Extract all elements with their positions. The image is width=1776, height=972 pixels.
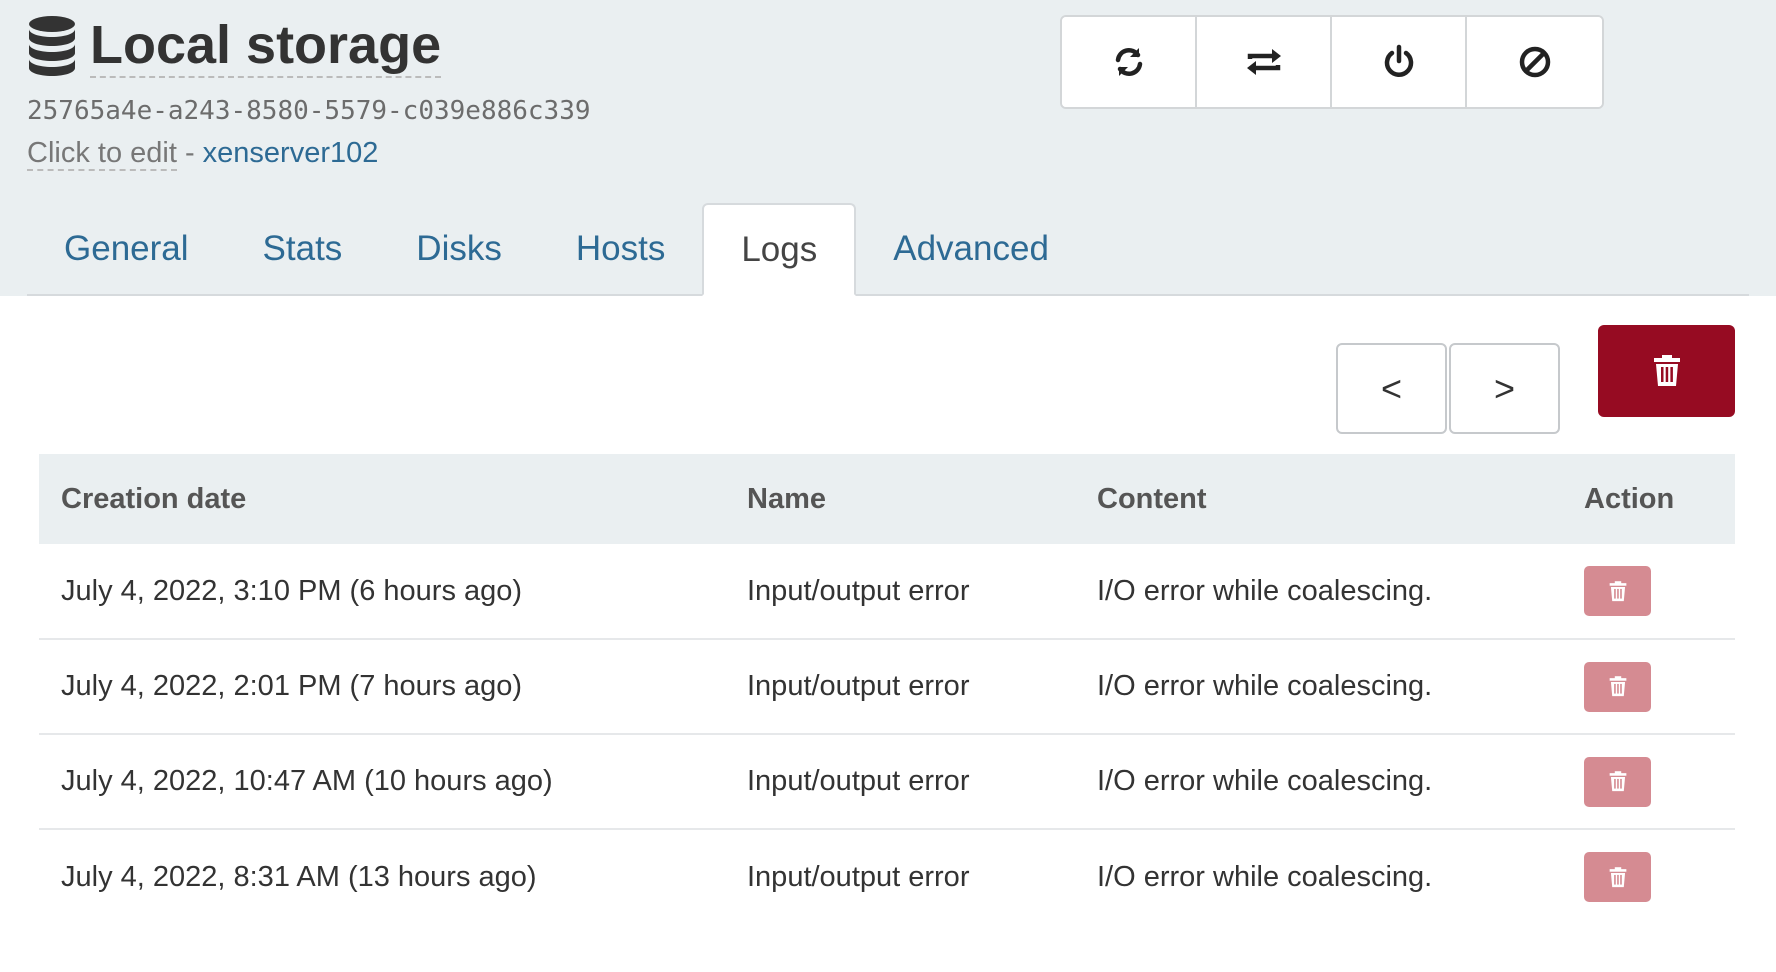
page-header: Local storage 25765a4e-a243-8580-5579-c0… — [0, 0, 1776, 296]
next-page-button[interactable]: > — [1449, 343, 1560, 434]
column-header-date[interactable]: Creation date — [39, 454, 725, 544]
action-toolbar — [1060, 15, 1604, 109]
tab-stats[interactable]: Stats — [226, 203, 380, 294]
title-row: Local storage — [26, 14, 442, 79]
trash-icon — [1653, 355, 1680, 386]
log-date: July 4, 2022, 10:47 AM (10 hours ago) — [39, 734, 725, 830]
forget-button[interactable] — [1467, 17, 1602, 107]
table-row: July 4, 2022, 8:31 AM (13 hours ago) Inp… — [39, 829, 1735, 924]
log-action-cell — [1562, 544, 1735, 640]
table-row: July 4, 2022, 10:47 AM (10 hours ago) In… — [39, 734, 1735, 830]
log-name: Input/output error — [725, 544, 1075, 640]
tab-bar: General Stats Disks Hosts Logs Advanced — [27, 203, 1749, 296]
log-action-cell — [1562, 829, 1735, 924]
tab-logs[interactable]: Logs — [702, 203, 857, 296]
log-content: I/O error while coalescing. — [1075, 639, 1562, 735]
separator: - — [176, 137, 203, 169]
column-header-action: Action — [1584, 482, 1675, 515]
log-action-cell — [1562, 639, 1735, 735]
log-date: July 4, 2022, 8:31 AM (13 hours ago) — [61, 860, 537, 893]
column-header-content[interactable]: Content — [1075, 454, 1562, 544]
log-content: I/O error while coalescing. — [1075, 734, 1562, 830]
delete-log-button[interactable] — [1584, 852, 1651, 902]
delete-log-button[interactable] — [1584, 756, 1651, 807]
power-button[interactable] — [1332, 17, 1467, 107]
logs-table: Creation date Name Content Action July 4… — [39, 454, 1735, 924]
trash-icon — [1609, 580, 1626, 601]
tab-hosts[interactable]: Hosts — [539, 203, 702, 294]
tab-disks[interactable]: Disks — [379, 203, 539, 294]
edit-description[interactable]: Click to edit — [27, 137, 177, 171]
database-icon — [29, 16, 75, 77]
log-date: July 4, 2022, 2:01 PM (7 hours ago) — [39, 639, 725, 735]
rescan-icon — [1246, 49, 1281, 75]
refresh-button[interactable] — [1062, 17, 1197, 107]
log-content: I/O error while coalescing. — [1097, 860, 1433, 893]
delete-log-button[interactable] — [1584, 661, 1651, 712]
trash-icon — [1609, 866, 1626, 887]
column-header-name[interactable]: Name — [725, 454, 1075, 544]
table-row: July 4, 2022, 3:10 PM (6 hours ago) Inpu… — [39, 544, 1735, 640]
log-action-cell — [1562, 734, 1735, 830]
delete-all-logs-button[interactable] — [1598, 325, 1735, 417]
host-link[interactable]: xenserver102 — [203, 137, 379, 169]
refresh-icon — [1115, 47, 1142, 77]
table-row: July 4, 2022, 2:01 PM (7 hours ago) Inpu… — [39, 639, 1735, 735]
trash-icon — [1609, 676, 1626, 697]
pagination: < > — [1336, 343, 1560, 434]
forget-icon — [1519, 46, 1550, 78]
tab-advanced[interactable]: Advanced — [856, 203, 1086, 294]
table-header-row: Creation date Name Content Action — [39, 454, 1735, 544]
delete-log-button[interactable] — [1584, 566, 1651, 616]
log-content: I/O error while coalescing. — [1075, 544, 1562, 640]
description-row: Click to edit - xenserver102 — [27, 137, 379, 171]
rescan-button[interactable] — [1197, 17, 1332, 107]
log-name: Input/output error — [725, 734, 1075, 830]
trash-icon — [1609, 771, 1626, 792]
sr-uuid: 25765a4e-a243-8580-5579-c039e886c339 — [27, 96, 591, 126]
power-icon — [1384, 44, 1413, 77]
log-name: Input/output error — [725, 639, 1075, 735]
page-title[interactable]: Local storage — [90, 14, 442, 79]
tab-general[interactable]: General — [27, 203, 226, 294]
previous-page-button[interactable]: < — [1336, 343, 1447, 434]
log-date: July 4, 2022, 3:10 PM (6 hours ago) — [39, 544, 725, 640]
log-name: Input/output error — [747, 860, 970, 893]
